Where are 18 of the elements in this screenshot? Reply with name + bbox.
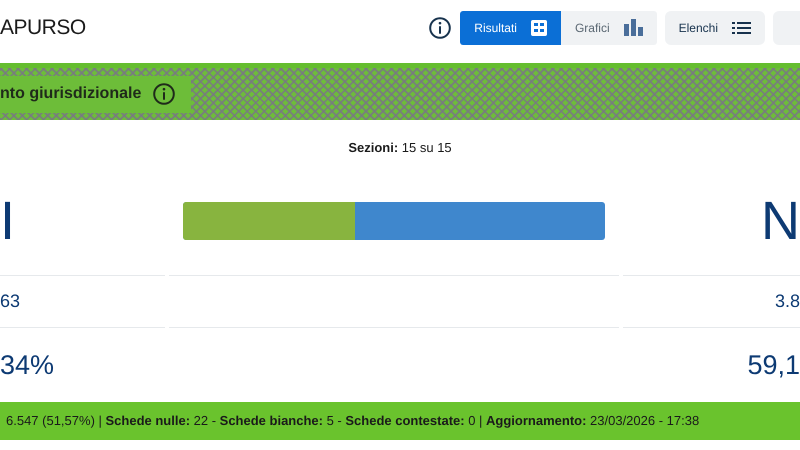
choice-label-right: N [761, 194, 800, 248]
vote-percent-right: 59,1 [747, 348, 800, 382]
banner-title: nto giurisdizionale [0, 84, 142, 104]
vote-count-right: 3.8 [774, 290, 800, 313]
info-icon [153, 83, 176, 105]
view-tab[interactable]: Grafici [560, 10, 657, 44]
vote-percent-left: 34% [0, 348, 54, 382]
page-title: APURSO [0, 14, 86, 41]
lists-button[interactable]: Elenchi [664, 10, 765, 44]
view-tab[interactable]: Risultati [460, 10, 561, 44]
bar-chart-icon [624, 19, 643, 36]
list-icon [732, 20, 751, 34]
sections-count: Sezioni: 15 su 15 [347, 139, 453, 157]
choice-label-left: I [0, 194, 16, 248]
summary-text: 6.547 (51,57%) | Schede nulle: 22 - Schede bianche: 5 - Schede contestate: 0 | Aggiornamento: 23/03/2026 - 17:38 [6, 412, 700, 430]
info-icon[interactable] [429, 16, 452, 38]
grid-icon [530, 20, 547, 36]
vote-count-left: 63 [0, 290, 20, 313]
